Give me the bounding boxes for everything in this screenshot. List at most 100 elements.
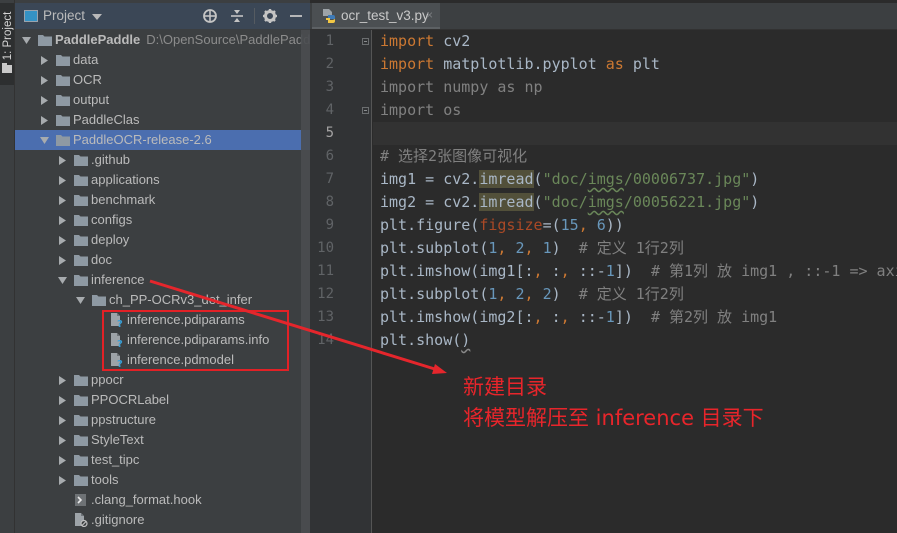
folder-icon [56, 95, 70, 106]
line-number: 3 [325, 79, 334, 95]
tree-item-label: data [73, 50, 98, 70]
collapsed-arrow-icon[interactable] [58, 436, 67, 445]
collapsed-arrow-icon[interactable] [40, 96, 49, 105]
tree-item[interactable]: .gitignore [15, 510, 310, 530]
tree-item[interactable]: tools [15, 470, 310, 490]
tab-ocr-test-v3[interactable]: ocr_test_v3.py × [312, 3, 440, 29]
project-scrollbar[interactable] [301, 30, 310, 533]
collapse-all-icon[interactable] [229, 8, 245, 24]
code-line[interactable]: plt.show() [373, 329, 897, 352]
fold-marker-icon[interactable] [362, 107, 369, 114]
line-number: 13 [317, 309, 334, 325]
code-token: as [605, 55, 624, 73]
tree-item-label: PaddleClas [73, 110, 140, 130]
collapsed-arrow-icon[interactable] [40, 56, 49, 65]
collapsed-arrow-icon[interactable] [58, 396, 67, 405]
code-token: , [524, 285, 543, 303]
code-token: =( [542, 216, 561, 234]
collapsed-arrow-icon[interactable] [40, 76, 49, 85]
tree-item[interactable]: configs [15, 210, 310, 230]
tree-item[interactable]: ppstructure [15, 410, 310, 430]
code-line[interactable]: import os [373, 99, 897, 122]
code-line[interactable] [373, 122, 897, 145]
tree-item[interactable]: ch_PP-OCRv3_det_infer [15, 290, 310, 310]
collapsed-arrow-icon[interactable] [58, 196, 67, 205]
expanded-arrow-icon[interactable] [76, 296, 85, 305]
tree-item[interactable]: .clang_format.hook [15, 490, 310, 510]
tree-item-label: deploy [91, 230, 129, 250]
tree-item[interactable]: output [15, 90, 310, 110]
collapsed-arrow-icon[interactable] [58, 236, 67, 245]
minimize-icon[interactable] [288, 8, 304, 24]
chevron-down-icon[interactable] [92, 14, 102, 20]
collapsed-arrow-icon[interactable] [58, 456, 67, 465]
tree-item[interactable]: PaddleClas [15, 110, 310, 130]
tree-item[interactable]: PPOCRLabel [15, 390, 310, 410]
editor-tab-bar: ocr_test_v3.py × [310, 3, 897, 30]
code-token: img2 = cv2. [380, 193, 480, 211]
highlight-box [102, 310, 289, 371]
code-line[interactable]: # 选择2张图像可视化 [373, 145, 897, 168]
folder-icon [56, 115, 70, 126]
expanded-arrow-icon[interactable] [40, 136, 49, 145]
collapsed-arrow-icon[interactable] [58, 476, 67, 485]
tree-item[interactable]: applications [15, 170, 310, 190]
code-line[interactable]: import cv2 [373, 30, 897, 53]
code-line[interactable]: import matplotlib.pyplot as plt [373, 53, 897, 76]
collapsed-arrow-icon[interactable] [58, 156, 67, 165]
code-line[interactable]: img1 = cv2.imread("doc/imgs/00006737.jpg… [373, 168, 897, 191]
code-line[interactable]: plt.subplot(1, 2, 1) # 定义 1行2列 [373, 237, 897, 260]
expanded-arrow-icon[interactable] [22, 36, 31, 45]
tree-item-label: applications [91, 170, 160, 190]
code-token: 6 [596, 216, 606, 234]
fold-marker-icon[interactable] [362, 38, 369, 45]
tree-item[interactable]: benchmark [15, 190, 310, 210]
collapsed-arrow-icon[interactable] [58, 256, 67, 265]
locate-icon[interactable] [202, 8, 218, 24]
code-line[interactable]: plt.subplot(1, 2, 2) # 定义 1行2列 [373, 283, 897, 306]
close-tab-icon[interactable]: × [426, 3, 433, 28]
collapsed-arrow-icon[interactable] [40, 116, 49, 125]
tree-item-name: ppocr [91, 372, 124, 387]
project-tool-button[interactable]: 1: Project [0, 3, 14, 85]
code-line[interactable]: plt.imshow(img1[:, :, ::-1]) # 第1列 放 img… [373, 260, 897, 283]
tree-item-label: StyleText [91, 430, 144, 450]
code-token: import numpy as np [380, 78, 543, 96]
tree-item[interactable]: doc [15, 250, 310, 270]
code-token: ) [461, 331, 471, 349]
tree-item[interactable]: PaddlePaddle D:\OpenSource\PaddlePaddl [15, 30, 310, 50]
code-line[interactable]: img2 = cv2.imread("doc/imgs/00056221.jpg… [373, 191, 897, 214]
expanded-arrow-icon[interactable] [58, 276, 67, 285]
collapsed-arrow-icon[interactable] [58, 376, 67, 385]
tree-item[interactable]: test_tipc [15, 450, 310, 470]
tree-item[interactable]: OCR [15, 70, 310, 90]
code-token: # 选择2张图像可视化 [380, 147, 528, 165]
code-token: 2 [542, 285, 552, 303]
tree-item-name: applications [91, 172, 160, 187]
code-token: , [533, 262, 552, 280]
tree-item-label: test_tipc [91, 450, 139, 470]
folder-icon [2, 63, 12, 73]
line-number: 5 [325, 125, 334, 141]
collapsed-arrow-icon[interactable] [58, 216, 67, 225]
tree-item[interactable]: PaddleOCR-release-2.6 [15, 130, 310, 150]
code-token: plt.imshow(img1[: [380, 262, 534, 280]
tree-item[interactable]: data [15, 50, 310, 70]
tree-item[interactable]: StyleText [15, 430, 310, 450]
tree-item[interactable]: .github [15, 150, 310, 170]
code-editor[interactable]: import cv2 import matplotlib.pyplot as pl… [373, 30, 897, 533]
tree-item-name: tools [91, 472, 119, 487]
tree-item-name: output [73, 92, 110, 107]
tree-item[interactable]: deploy [15, 230, 310, 250]
code-line[interactable]: plt.imshow(img2[:, :, ::-1]) # 第2列 放 img… [373, 306, 897, 329]
collapsed-arrow-icon[interactable] [58, 416, 67, 425]
code-line[interactable]: import numpy as np [373, 76, 897, 99]
python-file-icon [323, 9, 335, 23]
tree-item[interactable]: ppocr [15, 370, 310, 390]
code-line[interactable]: plt.figure(figsize=(15, 6)) [373, 214, 897, 237]
collapsed-arrow-icon[interactable] [58, 176, 67, 185]
project-view-selector[interactable]: Project [43, 3, 85, 29]
tree-item-name: benchmark [91, 192, 156, 207]
gear-icon[interactable] [262, 8, 278, 24]
tree-item[interactable]: inference [15, 270, 310, 290]
